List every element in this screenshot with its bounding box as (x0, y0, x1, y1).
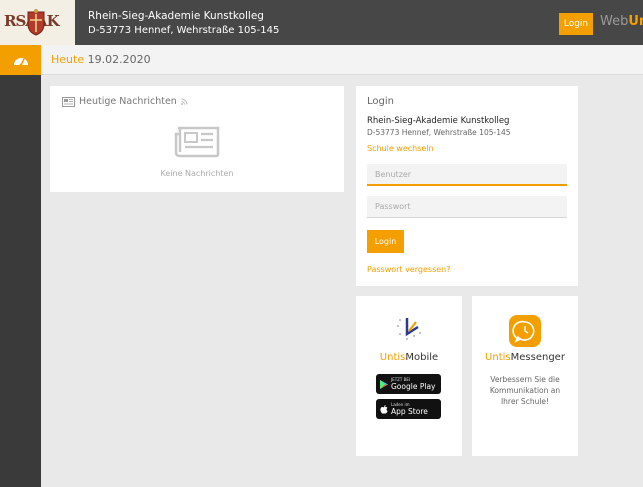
untis-mobile-title: UntisMobile (356, 352, 462, 363)
brand-web-text: Web (600, 14, 629, 29)
switch-school-link[interactable]: Schule wechseln (367, 144, 434, 153)
login-card: Login Rhein-Sieg-Akademie Kunstkolleg D-… (356, 86, 578, 286)
untis-messenger-title-prefix: Untis (485, 352, 511, 363)
dashboard-icon (13, 58, 28, 66)
password-input[interactable] (367, 196, 567, 218)
messenger-description: Verbessern Sie die Kommunikation an Ihre… (489, 375, 561, 406)
newspaper-icon (62, 96, 75, 107)
top-header: RSAAK Rhein-Sieg-Akademie Kunstkolleg D-… (0, 0, 643, 45)
today-bar: Heute 19.02.2020 (41, 45, 643, 75)
app-store-text: Laden im App Store (391, 402, 428, 416)
sidebar-item-dashboard[interactable] (0, 45, 41, 75)
news-header: Heutige Nachrichten (62, 96, 188, 107)
untis-messenger-title-suffix: Messenger (510, 352, 565, 363)
untis-messenger-title: UntisMessenger (472, 352, 578, 363)
untis-mobile-card: UntisMobile JETZT BEI Google Play Laden … (356, 296, 462, 456)
login-school-name: Rhein-Sieg-Akademie Kunstkolleg (367, 116, 510, 126)
app-store-big: App Store (391, 407, 428, 416)
app-store-badge[interactable]: Laden im App Store (376, 399, 441, 419)
untis-mobile-title-prefix: Untis (379, 352, 406, 363)
login-school-address: D-53773 Hennef, Wehrstraße 105-145 (367, 128, 511, 137)
webuntis-brand: WebUnt (600, 14, 643, 29)
google-play-text: JETZT BEI Google Play (391, 377, 435, 391)
google-play-badge[interactable]: JETZT BEI Google Play (376, 374, 441, 394)
untis-mobile-title-suffix: Mobile (405, 352, 439, 363)
header-login-button[interactable]: Login (559, 13, 593, 35)
news-card: Heutige Nachrichten Keine Nachrichten (50, 86, 344, 192)
username-input[interactable] (367, 164, 567, 186)
newspaper-icon (174, 126, 220, 158)
rss-icon[interactable] (180, 98, 188, 105)
today-label[interactable]: Heute (51, 53, 84, 66)
today-label-group: Heute 19.02.2020 (51, 53, 151, 66)
header-school-name: Rhein-Sieg-Akademie Kunstkolleg (88, 10, 264, 22)
untis-mobile-logo-icon (397, 318, 421, 340)
forgot-password-link[interactable]: Passwort vergessen? (367, 265, 451, 274)
brand-untis-text: Unt (628, 14, 643, 29)
login-button[interactable]: Login (367, 230, 404, 253)
play-icon (380, 379, 388, 389)
chat-bubble-icon (509, 315, 541, 347)
google-play-big: Google Play (391, 382, 436, 391)
today-date: 19.02.2020 (87, 53, 151, 66)
crest-icon (27, 9, 45, 36)
left-sidebar (0, 45, 41, 487)
news-title: Heutige Nachrichten (79, 96, 177, 107)
untis-messenger-card: UntisMessenger Verbessern Sie die Kommun… (472, 296, 578, 456)
news-empty-text: Keine Nachrichten (160, 169, 234, 178)
school-logo[interactable]: RSAAK (0, 0, 75, 45)
apple-icon (380, 404, 388, 414)
login-title: Login (367, 96, 394, 107)
header-school-address: D-53773 Hennef, Wehrstraße 105-145 (88, 25, 280, 36)
